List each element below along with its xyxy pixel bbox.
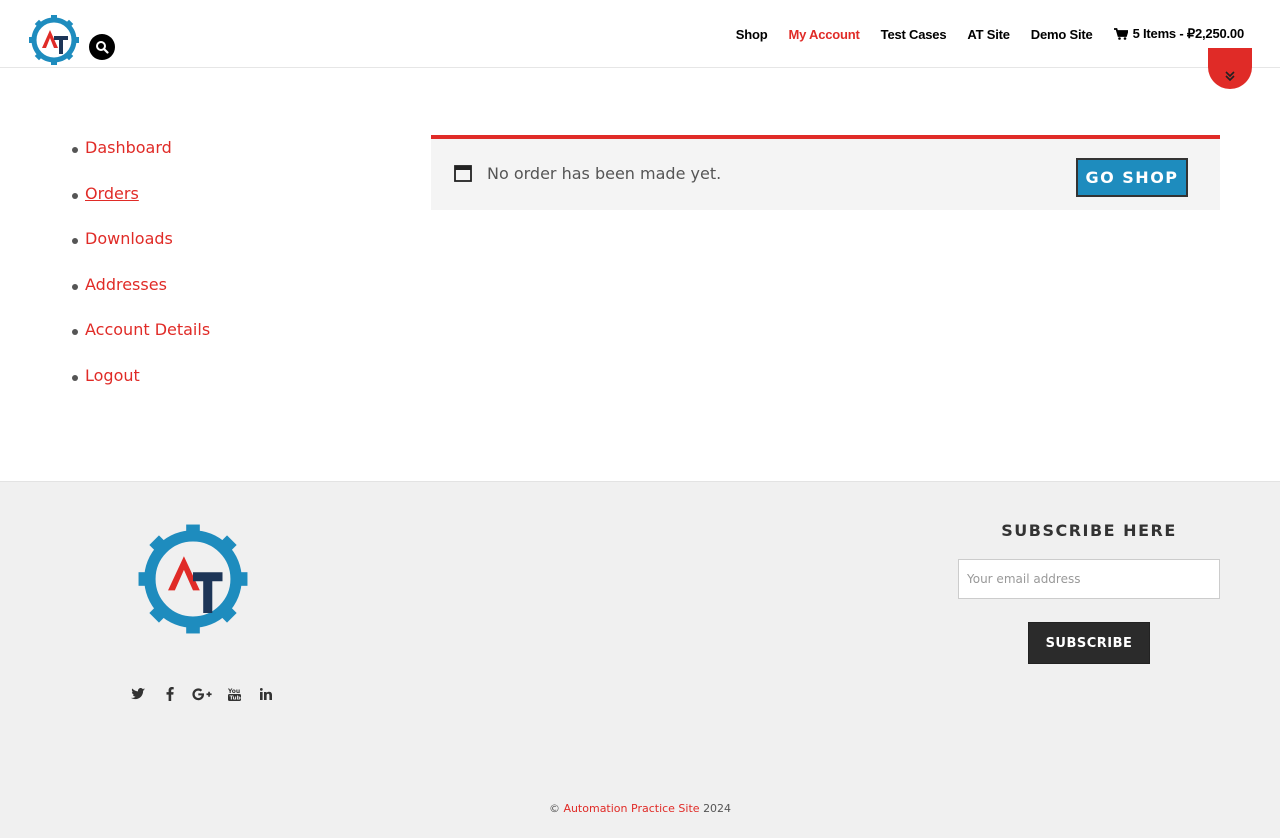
account-nav-item: Downloads [70,229,210,275]
account-nav-orders[interactable]: Orders [85,184,139,203]
account-nav-logout[interactable]: Logout [85,366,140,385]
go-shop-button[interactable]: GO SHOP [1076,158,1188,197]
account-nav-item: Orders [70,184,210,230]
svg-text:Tube: Tube [229,696,241,702]
linkedin-icon[interactable] [250,688,282,700]
copyright-site-link[interactable]: Automation Practice Site [563,802,699,815]
account-nav-item: Logout [70,366,210,412]
footer-logo [134,518,252,640]
chevron-double-down-icon [1225,71,1235,82]
account-nav-downloads[interactable]: Downloads [85,229,173,248]
social-links: YouTube [122,687,282,701]
copyright-year: 2024 [703,802,732,815]
search-button[interactable] [89,34,115,60]
cart-icon [1113,28,1128,40]
nav-demo-site[interactable]: Demo Site [1031,27,1093,42]
nav-my-account[interactable]: My Account [788,27,859,42]
main-nav: Shop My Account Test Cases AT Site Demo … [715,26,1244,42]
account-navigation: Dashboard Orders Downloads Addresses Acc… [70,138,210,412]
account-nav-item: Dashboard [70,138,210,184]
account-nav-account-details[interactable]: Account Details [85,320,210,339]
account-nav-item: Addresses [70,275,210,321]
calendar-icon [454,165,472,182]
site-logo[interactable] [28,14,80,66]
scroll-down-button[interactable] [1208,48,1252,89]
cart-summary: 5 Items - ₽2,250.00 [1132,26,1245,41]
notice-message: No order has been made yet. [487,164,722,183]
nav-test-cases[interactable]: Test Cases [881,27,947,42]
nav-at-site[interactable]: AT Site [967,27,1010,42]
subscribe-email-input[interactable] [958,559,1220,599]
svg-text:You: You [228,688,240,695]
cart-link[interactable]: 5 Items - ₽2,250.00 [1113,26,1245,42]
account-nav-dashboard[interactable]: Dashboard [85,138,172,157]
account-nav-addresses[interactable]: Addresses [85,275,167,294]
search-icon [96,41,109,54]
site-header: Shop My Account Test Cases AT Site Demo … [0,0,1280,89]
google-plus-icon[interactable] [186,687,218,701]
copyright-symbol: © [548,802,560,815]
site-footer: YouTube SUBSCRIBE HERE SUBSCRIBE © Autom… [0,481,1280,838]
nav-shop[interactable]: Shop [736,27,768,42]
twitter-icon[interactable] [122,688,154,700]
subscribe-button[interactable]: SUBSCRIBE [1028,622,1150,664]
subscribe-heading: SUBSCRIBE HERE [1001,521,1177,540]
youtube-icon[interactable]: YouTube [218,687,250,701]
facebook-icon[interactable] [154,687,186,701]
orders-notice: No order has been made yet. GO SHOP [431,135,1220,210]
copyright: © Automation Practice Site 2024 [0,802,1280,815]
account-nav-item: Account Details [70,320,210,366]
